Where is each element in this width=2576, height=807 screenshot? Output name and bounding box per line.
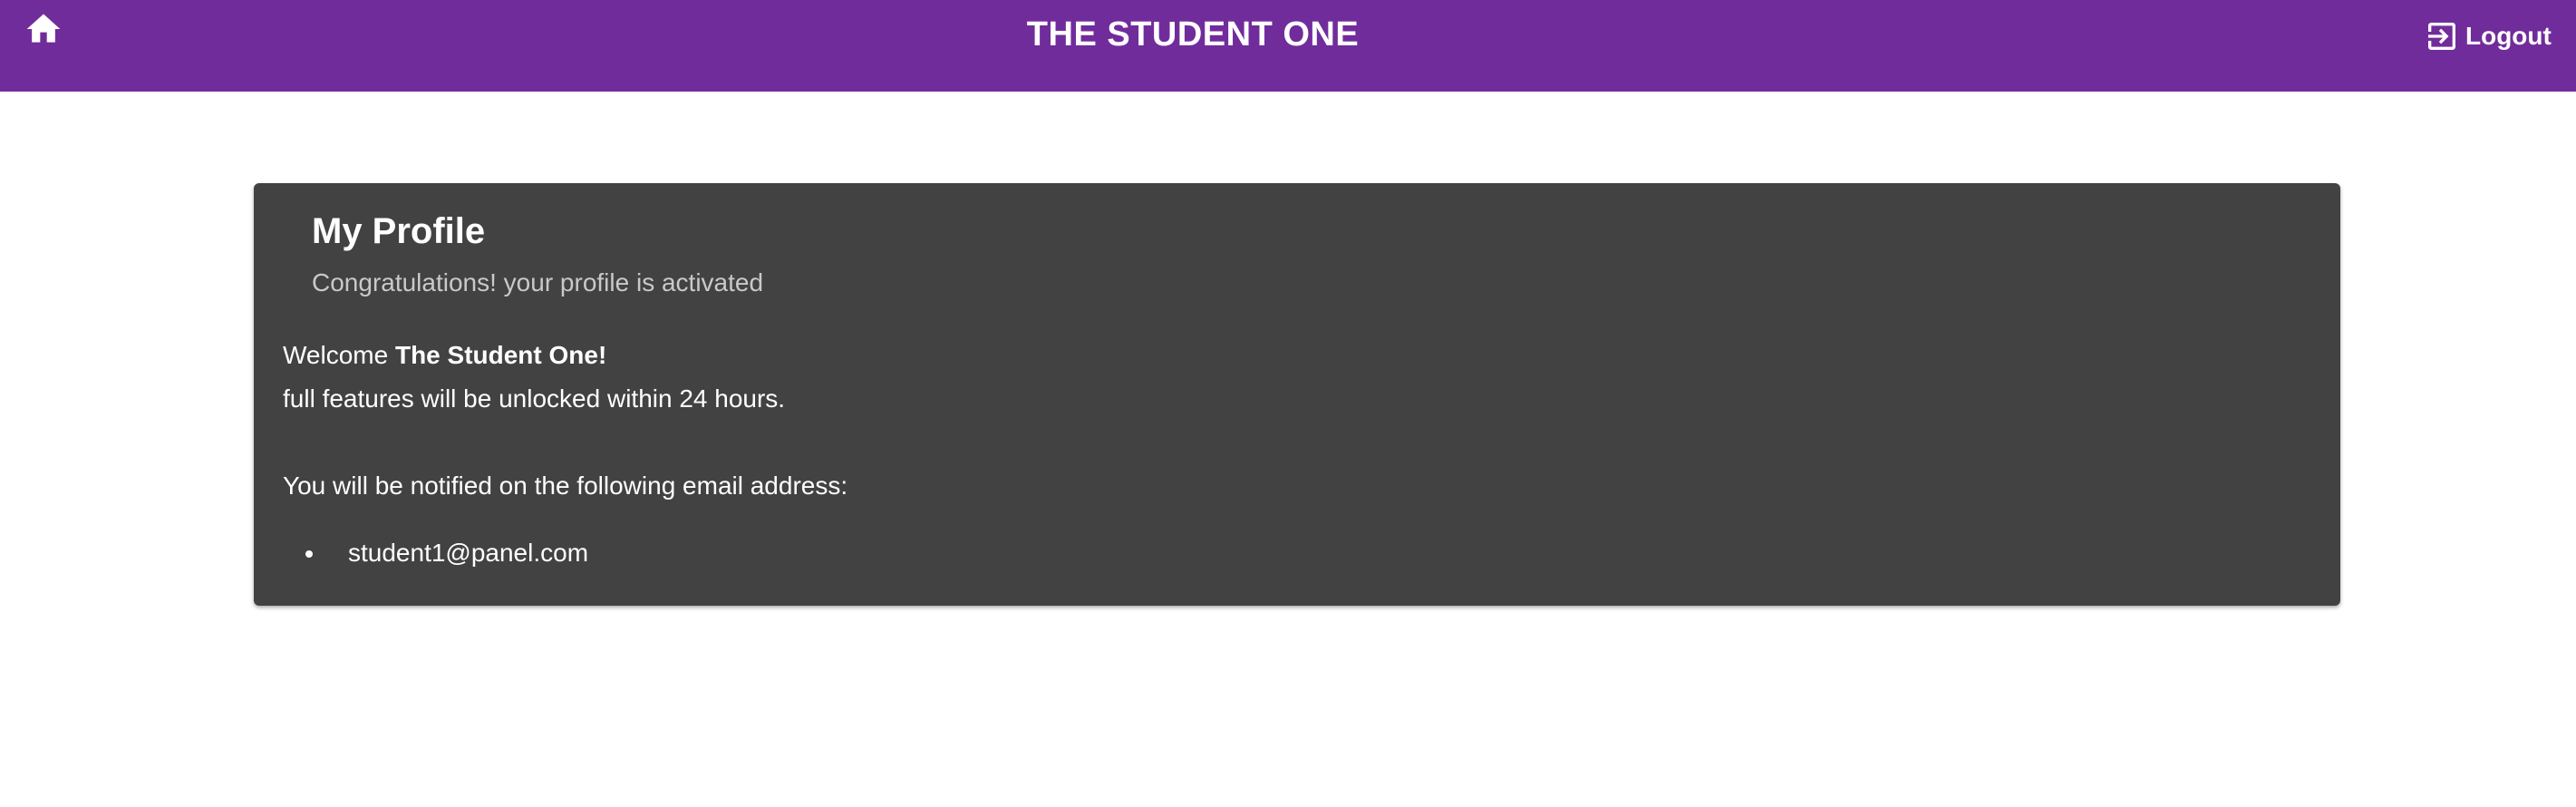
app-title: THE STUDENT ONE [1026,15,1360,53]
card-subtitle: Congratulations! your profile is activat… [312,268,764,297]
exit-to-app-icon [2424,18,2465,54]
student-name: The Student One! [394,341,607,369]
top-app-bar: THE STUDENT ONE Logout [0,0,2576,92]
welcome-prefix: Welcome [283,341,395,369]
profile-card: My Profile Congratulations! your profile… [254,183,2340,606]
logout-label: Logout [2465,22,2552,50]
email-list-item: student1@panel.com [326,535,588,571]
unlock-message: full features will be unlocked within 24… [283,384,786,413]
welcome-message: Welcome The Student One! [283,337,606,374]
logout-button[interactable]: Logout [2424,16,2552,56]
card-title: My Profile [312,211,486,251]
notify-message: You will be notified on the following em… [283,472,848,500]
email-list: student1@panel.com [283,535,588,571]
